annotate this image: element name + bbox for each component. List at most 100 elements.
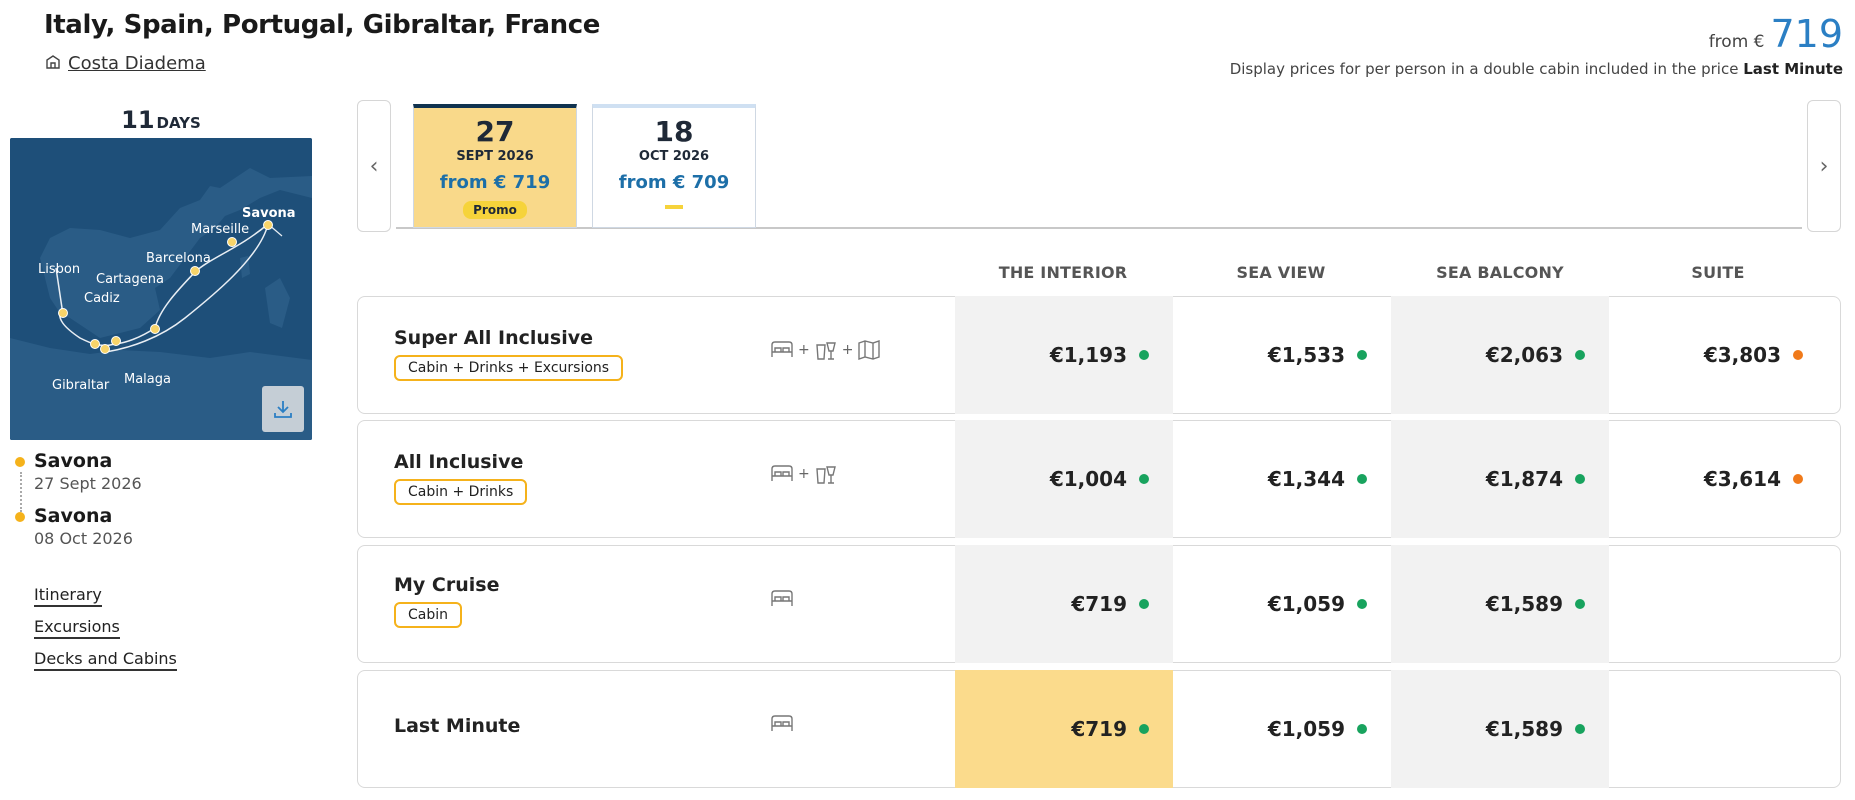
from-amount: 719: [1770, 12, 1843, 56]
end-stop: Savona 08 Oct 2026: [14, 505, 142, 548]
price-cell-sea-view[interactable]: €1,533: [1173, 296, 1391, 414]
port-marker: [190, 266, 200, 276]
ship-icon: [44, 52, 62, 75]
price-cell-interior[interactable]: €719: [955, 545, 1173, 663]
map-label-barcelona: Barcelona: [146, 251, 211, 266]
excursions-link[interactable]: Excursions: [34, 617, 120, 639]
availability-dot: [1139, 474, 1149, 484]
column-header-sea-balcony: SEA BALCONY: [1436, 263, 1564, 282]
itinerary-summary: Savona 27 Sept 2026 Savona 08 Oct 2026: [14, 450, 142, 560]
itinerary-link[interactable]: Itinerary: [34, 585, 102, 607]
map-label-lisbon: Lisbon: [38, 262, 81, 277]
availability-dot: [1139, 724, 1149, 734]
map-icon: [858, 340, 881, 360]
availability-dot: [1575, 724, 1585, 734]
fare-icons: [770, 588, 794, 610]
map-label-cartagena: Cartagena: [96, 272, 164, 287]
column-header-suite: SUITE: [1691, 263, 1745, 282]
fare-icons: + +: [770, 339, 881, 361]
map-label-malaga: Malaga: [124, 372, 171, 387]
column-header-interior: THE INTERIOR: [998, 263, 1128, 282]
bed-icon: [771, 590, 793, 606]
port-marker: [58, 308, 68, 318]
fare-name: My Cruise: [394, 574, 500, 596]
availability-dot: [1575, 474, 1585, 484]
end-port: Savona: [34, 505, 113, 527]
availability-dot: [1575, 350, 1585, 360]
decks-and-cabins-link[interactable]: Decks and Cabins: [34, 649, 177, 671]
port-marker: [111, 336, 121, 346]
date-price: from € 719: [439, 172, 551, 193]
from-label: from €: [1708, 32, 1765, 52]
fare-icons: [770, 713, 794, 735]
duration-unit: DAYS: [156, 114, 201, 132]
date-day: 27: [475, 115, 515, 148]
availability-dot: [1357, 350, 1367, 360]
bed-icon: [771, 341, 793, 357]
next-dates-button[interactable]: ›: [1807, 100, 1841, 232]
prev-dates-button[interactable]: ‹: [357, 100, 391, 232]
download-button[interactable]: [262, 386, 304, 432]
fare-name: All Inclusive: [394, 451, 524, 473]
date-month: SEPT 2026: [456, 149, 534, 164]
chevron-right-icon: ›: [1819, 153, 1829, 179]
date-month: OCT 2026: [638, 149, 710, 164]
price-cell-sea-view[interactable]: €1,059: [1173, 670, 1391, 788]
price-cell-sea-balcony[interactable]: €1,874: [1391, 420, 1609, 538]
fare-tag: Cabin + Drinks: [394, 479, 528, 505]
duration-number: 11: [121, 106, 155, 134]
availability-dot: [1357, 599, 1367, 609]
date-card-selected[interactable]: 27 SEPT 2026 from € 719 Promo: [413, 104, 577, 228]
route-map[interactable]: Savona Marseille Barcelona Cartagena Lis…: [10, 138, 312, 440]
ship-link[interactable]: Costa Diadema: [44, 52, 206, 75]
fare-icons: +: [770, 463, 838, 485]
from-price: from € 719: [1709, 12, 1843, 56]
map-label-gibraltar: Gibraltar: [52, 378, 110, 393]
price-cell-sea-view[interactable]: €1,059: [1173, 545, 1391, 663]
promo-badge: Promo: [463, 201, 527, 219]
price-cell-interior-selected[interactable]: €719: [955, 670, 1173, 788]
availability-dot: [1793, 474, 1803, 484]
price-cell-interior[interactable]: €1,004: [955, 420, 1173, 538]
availability-dot: [1357, 724, 1367, 734]
fare-tag: Cabin + Drinks + Excursions: [394, 355, 624, 381]
price-cell-sea-balcony[interactable]: €2,063: [1391, 296, 1609, 414]
start-date: 27 Sept 2026: [34, 474, 142, 493]
date-card[interactable]: 18 OCT 2026 from € 709: [592, 104, 756, 228]
ship-name: Costa Diadema: [68, 53, 206, 74]
stop-dot: [15, 457, 25, 467]
stop-dot: [15, 512, 25, 522]
availability-dot: [1139, 599, 1149, 609]
availability-dot: [1357, 474, 1367, 484]
price-cell-suite[interactable]: €3,803: [1609, 296, 1827, 414]
availability-dot: [1793, 350, 1803, 360]
bed-icon: [771, 715, 793, 731]
price-cell-sea-balcony[interactable]: €1,589: [1391, 545, 1609, 663]
chevron-left-icon: ‹: [369, 153, 379, 179]
column-header-sea-view: SEA VIEW: [1236, 263, 1326, 282]
duration: 11 DAYS: [10, 106, 312, 134]
start-port: Savona: [34, 450, 113, 472]
fare-row-my-cruise: My Cruise Cabin €719 €1,059 €1,589: [357, 545, 1841, 663]
download-icon: [274, 401, 292, 418]
page-title: Italy, Spain, Portugal, Gibraltar, Franc…: [44, 10, 600, 40]
display-note-mode: Last Minute: [1743, 60, 1843, 78]
fare-row-last-minute: Last Minute €719 €1,059 €1,589: [357, 670, 1841, 788]
port-marker: [100, 344, 110, 354]
detail-links: Itinerary Excursions Decks and Cabins: [34, 585, 177, 681]
bed-icon: [771, 465, 793, 481]
fare-name: Super All Inclusive: [394, 327, 594, 349]
port-marker: [150, 324, 160, 334]
price-cell-sea-balcony[interactable]: €1,589: [1391, 670, 1609, 788]
drinks-icon: [815, 466, 836, 484]
price-cell-suite[interactable]: €3,614: [1609, 420, 1827, 538]
price-cell-sea-view[interactable]: €1,344: [1173, 420, 1391, 538]
display-note: Display prices for per person in a doubl…: [1229, 60, 1843, 78]
date-price: from € 709: [618, 172, 730, 193]
fare-row-super-all-inclusive: Super All Inclusive Cabin + Drinks + Exc…: [357, 296, 1841, 414]
map-label-marseille: Marseille: [191, 222, 250, 237]
availability-dot: [1139, 350, 1149, 360]
date-day: 18: [654, 115, 694, 148]
end-date: 08 Oct 2026: [34, 529, 133, 548]
price-cell-interior[interactable]: €1,193: [955, 296, 1173, 414]
